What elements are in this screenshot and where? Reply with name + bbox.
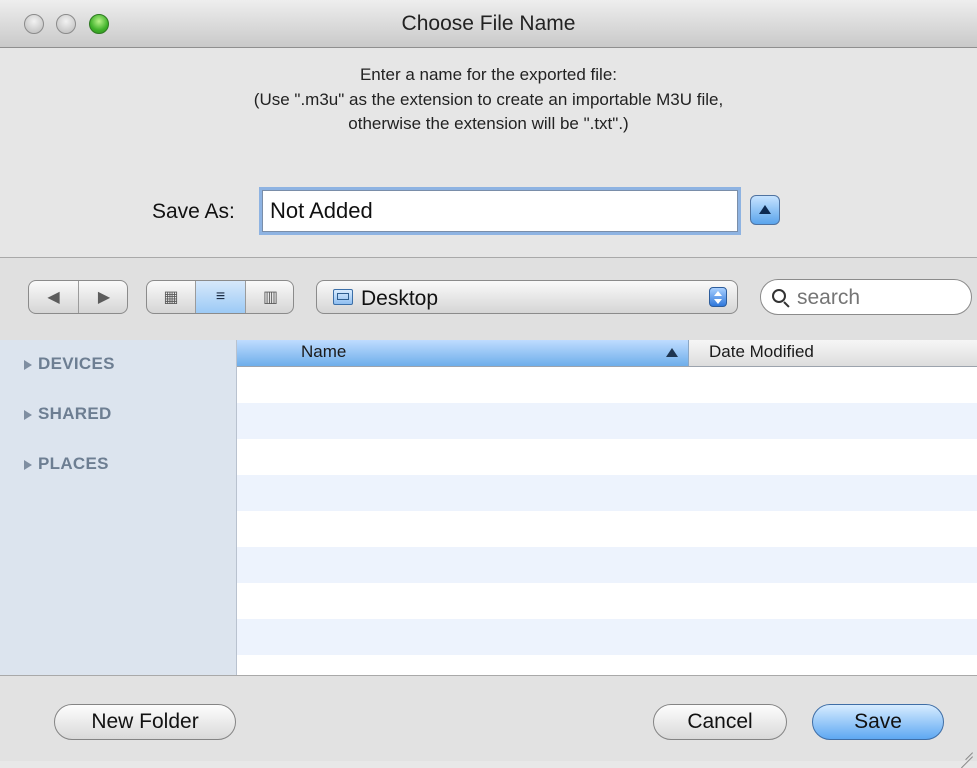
instruction-line-2: (Use ".m3u" as the extension to create a… [253,90,724,109]
empty-list-row [237,547,977,583]
back-button[interactable]: ◀ [29,281,79,313]
search-input[interactable] [795,285,959,311]
disclosure-triangle-icon [24,359,32,370]
window-title: Choose File Name [401,12,576,35]
collapse-browser-button[interactable] [750,195,780,225]
sidebar: DEVICES SHARED PLACES [0,340,237,675]
forward-button[interactable]: ▶ [79,281,127,313]
button-bar: New Folder Cancel Save [0,675,977,761]
new-folder-button[interactable]: New Folder [54,704,236,740]
resize-grip-icon[interactable] [959,743,973,757]
cancel-button[interactable]: Cancel [653,704,787,740]
instruction-line-1: Enter a name for the exported file: [359,65,618,84]
view-mode-segmented-control: ▦ ≡ ▥ [146,280,294,314]
disclosure-triangle-icon [24,459,32,470]
save-as-label: Save As: [152,200,235,223]
icon-view-icon: ▦ [163,289,179,306]
icon-view-button[interactable]: ▦ [147,281,196,313]
column-header-name-label: Name [301,342,347,361]
navigation-segmented-control: ◀ ▶ [28,280,128,314]
disclosure-triangle-icon [24,409,32,420]
search-icon [772,289,786,303]
column-header-date-modified[interactable]: Date Modified [709,340,814,366]
save-button[interactable]: Save [812,704,944,740]
empty-list-row [237,655,977,675]
empty-list-row [237,475,977,511]
sidebar-group-label: PLACES [38,454,109,473]
save-as-input[interactable] [262,190,738,232]
empty-list-row [237,439,977,475]
column-view-icon: ▥ [262,289,279,306]
sidebar-group-devices[interactable]: DEVICES [24,354,115,374]
location-label: Desktop [361,287,439,310]
column-view-button[interactable]: ▥ [246,281,293,313]
sidebar-group-label: SHARED [38,404,112,423]
empty-list-row [237,367,977,403]
sidebar-group-shared[interactable]: SHARED [24,404,112,424]
back-arrow-icon: ◀ [47,289,60,306]
location-popup[interactable]: Desktop [316,280,738,314]
browser-toolbar: ◀ ▶ ▦ ≡ ▥ Desktop [0,258,977,340]
save-options-panel: Enter a name for the exported file: (Use… [0,48,977,258]
list-view-icon: ≡ [215,288,226,305]
empty-list-row [237,403,977,439]
empty-list-row [237,511,977,547]
search-field[interactable] [760,279,972,315]
popup-stepper-icon [709,287,727,307]
instruction-line-3: otherwise the extension will be ".txt".) [348,114,629,133]
desktop-folder-icon [333,289,353,305]
sidebar-group-places[interactable]: PLACES [24,454,109,474]
empty-list-row [237,619,977,655]
empty-list-row [237,583,977,619]
triangle-up-icon [759,205,771,214]
list-view-button[interactable]: ≡ [196,281,246,313]
forward-arrow-icon: ▶ [97,289,111,306]
title-bar: Choose File Name [0,0,977,48]
column-header-name[interactable]: Name [237,340,689,366]
list-header: Name Date Modified [237,340,977,367]
sidebar-group-label: DEVICES [38,354,115,373]
sort-ascending-icon [666,348,678,357]
file-list[interactable]: Name Date Modified [237,340,977,675]
